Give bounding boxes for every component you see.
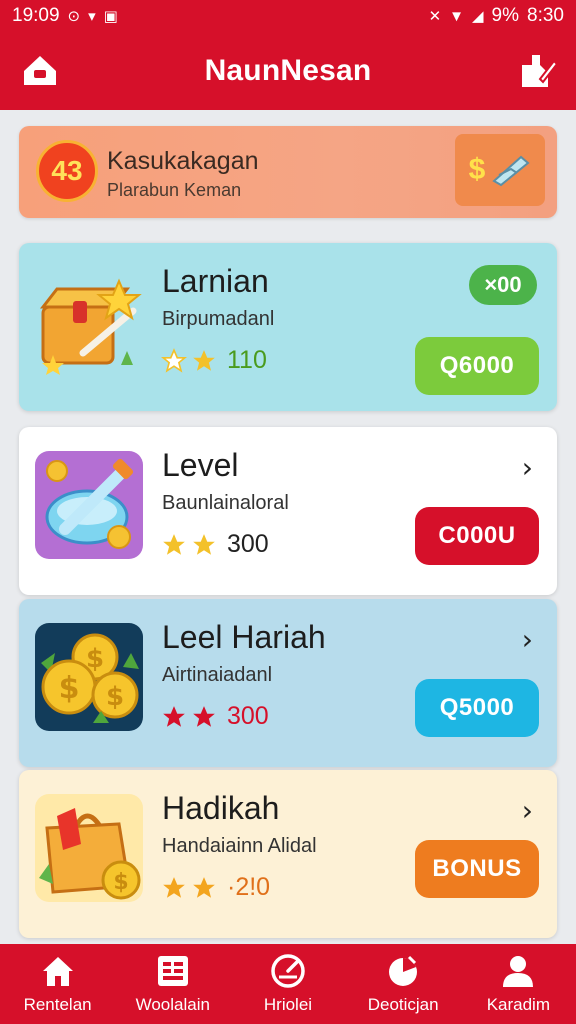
page-title: NaunNesan xyxy=(204,54,372,87)
star-icon xyxy=(193,533,215,555)
home-icon xyxy=(24,56,56,85)
star-icon xyxy=(161,347,187,373)
rating-stars: 110 xyxy=(161,346,267,375)
sync-icon: ⊙ xyxy=(67,7,81,25)
battery-level: 9% xyxy=(491,5,520,26)
star-icon xyxy=(163,876,185,898)
task-card[interactable]: $ Hadikah Handaiainn Alidal ·2!0 › BONUS xyxy=(19,770,557,938)
status-time: 19:09 xyxy=(12,5,60,26)
task-title: Level xyxy=(162,447,239,483)
svg-text:$: $ xyxy=(113,870,128,895)
task-subtitle: Baunlainaloral xyxy=(162,492,289,514)
rating-stars: ·2!0 xyxy=(161,873,270,902)
ticket-icon xyxy=(492,155,530,187)
coins-icon: $ $ $ xyxy=(35,623,143,731)
status-clock: 8:30 xyxy=(527,5,564,26)
task-subtitle: Birpumadanl xyxy=(162,308,275,330)
task-title: Hadikah xyxy=(162,790,280,826)
app-header: NaunNesan xyxy=(0,32,576,110)
promo-banner[interactable]: 43 Kasukakagan Plarabun Keman $ xyxy=(19,126,557,218)
star-icon xyxy=(193,876,215,898)
task-subtitle: Airtinaiadanl xyxy=(162,664,273,686)
nav-item-profile[interactable]: Karadim xyxy=(461,944,576,1024)
nav-item-list[interactable]: Woolalain xyxy=(115,944,230,1024)
chart-icon xyxy=(389,955,418,986)
task-points: 110 xyxy=(227,346,267,374)
task-points: ·2!0 xyxy=(227,873,271,901)
home-button[interactable] xyxy=(18,49,62,93)
task-title: Leel Hariah xyxy=(162,619,326,655)
wifi-icon: ▼ xyxy=(449,7,464,25)
star-icon xyxy=(193,349,215,371)
task-points: 300 xyxy=(227,702,269,730)
chevron-right-icon[interactable]: › xyxy=(522,794,533,827)
promo-title: Kasukakagan xyxy=(107,147,259,175)
chevron-down-icon: ▾ xyxy=(88,7,96,25)
signal-icon: ◢ xyxy=(472,7,484,25)
task-card[interactable]: $ $ $ Leel Hariah Airtinaiadanl 300 › Q5… xyxy=(19,599,557,767)
rating-stars: 300 xyxy=(161,702,269,731)
svg-text:$: $ xyxy=(106,682,124,712)
nav-label: Deoticjan xyxy=(367,995,439,1014)
nav-label: Rentelan xyxy=(23,995,92,1014)
reward-badge: ×00 xyxy=(469,265,537,305)
nav-label: Hriolei xyxy=(263,995,313,1014)
promo-action-button[interactable]: $ xyxy=(455,134,545,206)
claim-button[interactable]: Q6000 xyxy=(415,337,539,395)
edit-button[interactable] xyxy=(516,49,560,93)
chevron-right-icon[interactable]: › xyxy=(522,623,533,656)
dollar-icon: $ xyxy=(468,153,486,186)
home-icon xyxy=(42,957,73,986)
svg-text:$: $ xyxy=(59,671,80,706)
status-bar: 19:09 ⊙ ▾ ▣ ✕ ▼ ◢ 9% 8:30 xyxy=(0,0,576,32)
promo-subtitle: Plarabun Keman xyxy=(107,180,242,200)
list-icon xyxy=(157,956,188,986)
task-card[interactable]: Level Baunlainaloral 300 › C000U xyxy=(19,427,557,595)
user-icon xyxy=(503,956,534,987)
potion-icon xyxy=(35,451,143,559)
claim-button[interactable]: Q5000 xyxy=(415,679,539,737)
nav-label: Karadim xyxy=(486,995,550,1014)
bottom-navigation: Rentelan Woolalain Hriolei Deoticjan Kar… xyxy=(0,944,576,1024)
rating-stars: 300 xyxy=(161,530,269,559)
promo-count-badge: 43 xyxy=(36,140,98,202)
bonus-bag-icon: $ xyxy=(35,794,143,902)
task-points: 300 xyxy=(227,530,269,558)
bonus-button[interactable]: BONUS xyxy=(415,840,539,898)
nav-item-stats[interactable]: Deoticjan xyxy=(346,944,461,1024)
claim-button[interactable]: C000U xyxy=(415,507,539,565)
nav-item-gauge[interactable]: Hriolei xyxy=(230,944,345,1024)
image-icon: ▣ xyxy=(103,7,118,25)
task-subtitle: Handaiainn Alidal xyxy=(162,835,317,857)
chevron-right-icon[interactable]: › xyxy=(522,451,533,484)
edit-icon xyxy=(522,55,558,87)
star-icon xyxy=(193,705,215,727)
gauge-icon xyxy=(271,954,305,988)
nav-item-home[interactable]: Rentelan xyxy=(0,944,115,1024)
mute-icon: ✕ xyxy=(428,7,442,25)
star-icon xyxy=(163,533,185,555)
treasure-box-icon xyxy=(35,267,143,375)
nav-label: Woolalain xyxy=(135,995,210,1014)
task-card[interactable]: Larnian Birpumadanl 110 ×00 Q6000 xyxy=(19,243,557,411)
star-icon xyxy=(163,705,185,727)
task-title: Larnian xyxy=(162,263,269,299)
